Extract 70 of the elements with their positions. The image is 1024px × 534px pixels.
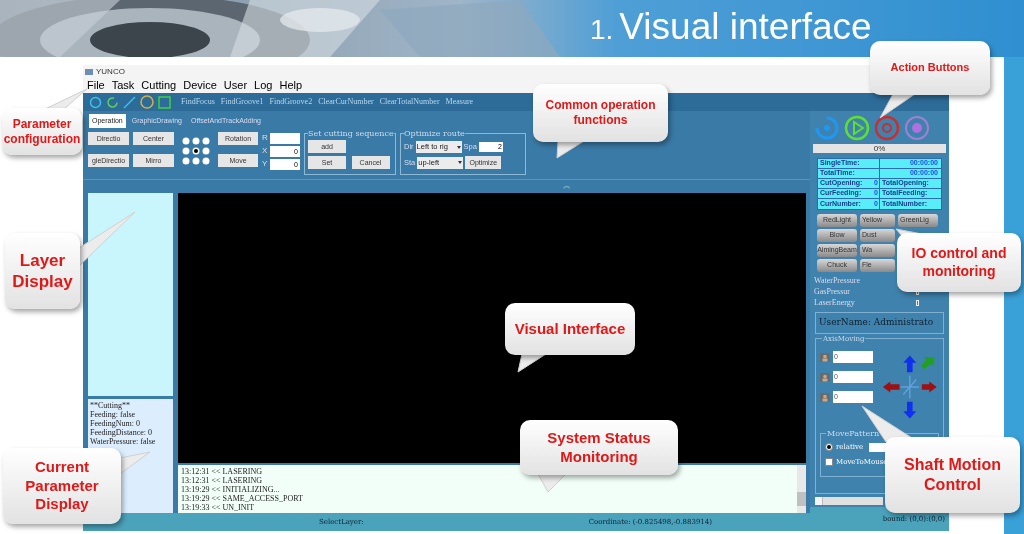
- sensor-label: WaterPressure: [814, 274, 860, 287]
- toolbar-button[interactable]: ClearTotalNumber: [379, 96, 440, 108]
- menu-item[interactable]: Device: [183, 77, 217, 94]
- parameter-line: **Cutting**: [90, 401, 131, 410]
- callout: Common operation functions: [533, 84, 668, 142]
- callout: Shaft Motion Control: [885, 437, 1020, 513]
- progress-label: 0%: [873, 144, 886, 153]
- toolbar-button[interactable]: FindGroove1: [220, 96, 264, 108]
- group-title: Optimize route: [404, 128, 465, 140]
- field-label: X: [262, 147, 268, 155]
- input-field[interactable]: [270, 132, 300, 144]
- parameter-line: Feeding: false: [90, 410, 137, 419]
- axis-button-icon[interactable]: [820, 392, 830, 402]
- callout-pointer: [119, 451, 151, 475]
- group-title: Set cutting sequence: [308, 128, 394, 140]
- menu-item[interactable]: User: [223, 77, 248, 94]
- play-icon[interactable]: [844, 115, 870, 141]
- menu-item[interactable]: Task: [111, 77, 135, 94]
- slide-number: 1.: [590, 13, 614, 47]
- log-line: 13:12:31 << LASERING: [181, 476, 264, 485]
- circle-tool-icon[interactable]: [89, 95, 102, 109]
- rectangle-tool-icon[interactable]: [158, 95, 171, 109]
- callout: System Status Monitoring: [520, 420, 678, 475]
- callout: Layer Display: [5, 233, 80, 309]
- log-line: 13:19:29 << INITIALIZING...: [181, 485, 281, 494]
- alignment-grid-icon[interactable]: [181, 136, 211, 166]
- scrollbar[interactable]: [797, 465, 806, 513]
- slide-title: Visual interface: [619, 5, 872, 49]
- menu-item[interactable]: Log: [254, 77, 273, 94]
- menu-item[interactable]: Help: [279, 77, 303, 94]
- visual-canvas[interactable]: [178, 193, 806, 463]
- toolbar-button[interactable]: Measure: [445, 96, 474, 108]
- axis-button-icon[interactable]: [820, 352, 830, 362]
- menu-item[interactable]: Cutting: [141, 77, 177, 94]
- toolbar-button[interactable]: FindFocus: [181, 96, 215, 108]
- checkbox[interactable]: [825, 457, 833, 466]
- reset-icon[interactable]: [814, 115, 840, 141]
- line-tool-icon[interactable]: [123, 95, 136, 109]
- sensor-label: LaserEnergy: [814, 296, 855, 309]
- callout-pointer: [879, 93, 916, 119]
- caret-icon: [456, 145, 461, 149]
- sensor-label: GasPressur: [814, 285, 850, 298]
- field-label: Y: [262, 160, 268, 168]
- menu-item[interactable]: File: [87, 77, 105, 94]
- radio-button[interactable]: [825, 443, 833, 452]
- callout-pointer: [78, 211, 136, 267]
- parameter-line: WaterPressure: false: [90, 437, 157, 446]
- callout: IO control and monitoring: [897, 233, 1021, 292]
- callout: Parameter configuration: [2, 108, 82, 155]
- stop-icon[interactable]: [874, 115, 900, 141]
- axis-button-icon[interactable]: [820, 372, 830, 382]
- callout: Visual Interface: [505, 303, 635, 355]
- ellipse-tool-icon[interactable]: [140, 95, 154, 109]
- field-label: R: [262, 134, 268, 142]
- log-line: 13:19:33 << UN_INIT: [181, 503, 255, 512]
- callout: Current Parameter Display: [3, 448, 121, 524]
- callout: Action Buttons: [870, 41, 990, 95]
- scrollbar[interactable]: [815, 497, 883, 505]
- app-icon: [85, 68, 93, 75]
- parameter-line: FeedingNum: 0: [90, 419, 141, 428]
- toolbar-button[interactable]: FindGroove2: [269, 96, 313, 108]
- log-line: 13:19:29 << SAME_ACCESS_PORT: [181, 494, 304, 503]
- username-label: UserName: Administrato: [819, 316, 934, 330]
- log-line: 13:12:31 << LASERING: [181, 467, 264, 476]
- refresh-icon[interactable]: [106, 95, 119, 109]
- record-icon[interactable]: [904, 115, 930, 141]
- toolbar-button[interactable]: ClearCurNumber: [318, 96, 374, 108]
- window-title: YUNCO: [96, 65, 125, 78]
- caret-icon: [458, 161, 463, 164]
- parameter-line: FeedingDistance: 0: [90, 428, 153, 437]
